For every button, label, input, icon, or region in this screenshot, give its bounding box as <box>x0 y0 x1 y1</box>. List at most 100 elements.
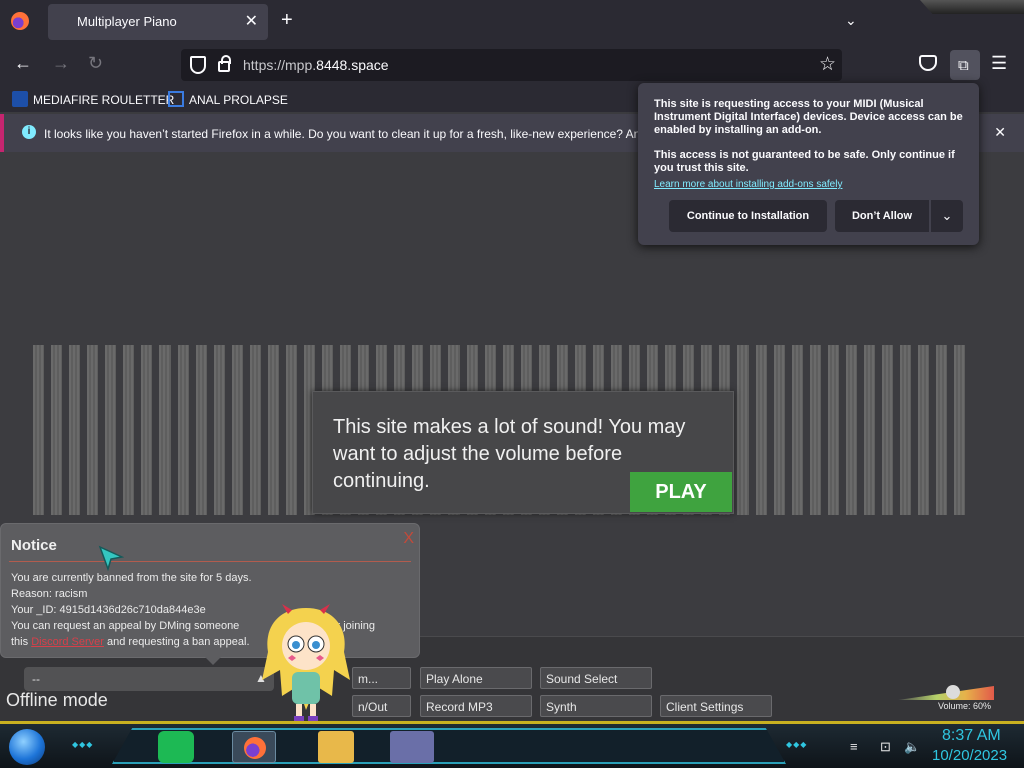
url-bar[interactable]: https://mpp.8448.space ☆ <box>181 49 842 81</box>
sigma-icon <box>168 91 184 107</box>
mouse-cursor-icon <box>98 545 124 571</box>
clock-date[interactable]: 10/20/2023 <box>932 747 1007 764</box>
pocket-icon[interactable] <box>919 55 937 71</box>
tab-bar: Multiplayer Piano ✕ + ⌄ <box>0 0 1024 44</box>
bookmark-item[interactable]: ANAL PROLAPSE <box>168 91 288 107</box>
tab-title: Multiplayer Piano <box>77 14 177 29</box>
chevron-down-icon[interactable]: ⌄ <box>845 12 857 29</box>
midi-request-text: This site is requesting access to your M… <box>654 98 963 136</box>
synth-button[interactable]: Synth <box>540 695 652 717</box>
close-icon[interactable]: ✕ <box>994 124 1006 141</box>
piano-key[interactable] <box>123 345 135 515</box>
midi-permission-popup: This site is requesting access to your M… <box>638 83 979 245</box>
piano-key[interactable] <box>69 345 81 515</box>
piano-key[interactable] <box>177 345 189 515</box>
notice-text: this <box>11 636 29 648</box>
discord-server-link[interactable]: Discord Server <box>31 636 104 648</box>
piano-key[interactable] <box>213 345 225 515</box>
firefox-icon[interactable] <box>11 12 29 30</box>
piano-key[interactable] <box>249 345 261 515</box>
piano-key[interactable] <box>936 345 948 515</box>
piano-key[interactable] <box>773 345 785 515</box>
show-desktop-icon[interactable]: ≡ <box>850 739 858 754</box>
bookmark-label: MEDIAFIRE ROULETTER <box>33 93 175 107</box>
chevron-down-icon[interactable]: ⌄ <box>931 200 963 232</box>
file-explorer-icon[interactable] <box>318 731 354 763</box>
notice-text: and requesting a ban appeal. <box>107 636 250 648</box>
hamburger-menu-icon[interactable]: ☰ <box>991 53 1007 74</box>
reload-icon[interactable]: ↻ <box>88 53 103 74</box>
shield-icon[interactable] <box>190 56 206 74</box>
piano-key[interactable] <box>33 345 45 515</box>
dont-allow-button[interactable]: Don’t Allow <box>835 200 929 232</box>
nav-bar: ← → ↻ https://mpp.8448.space ☆ ⧉ ☰ <box>0 44 1024 86</box>
piano-key[interactable] <box>231 345 243 515</box>
continue-to-installation-button[interactable]: Continue to Installation <box>669 200 827 232</box>
spotify-icon[interactable] <box>158 731 194 763</box>
piano-key[interactable] <box>755 345 767 515</box>
extensions-button[interactable]: ⧉ <box>950 50 980 80</box>
notice-panel: Notice X You are currently banned from t… <box>0 523 420 658</box>
lock-icon[interactable] <box>218 55 231 72</box>
start-button[interactable] <box>9 729 45 765</box>
piano-key[interactable] <box>918 345 930 515</box>
piano-key[interactable] <box>285 345 297 515</box>
piano-key[interactable] <box>267 345 279 515</box>
back-arrow-icon[interactable]: ← <box>14 53 32 74</box>
puzzle-icon: ⧉ <box>958 57 969 74</box>
network-icon[interactable]: ⊡ <box>880 739 891 755</box>
piano-key[interactable] <box>900 345 912 515</box>
piano-key[interactable] <box>737 345 749 515</box>
piano-key[interactable] <box>195 345 207 515</box>
piano-key[interactable] <box>51 345 63 515</box>
piano-key[interactable] <box>881 345 893 515</box>
taskbar-frame <box>112 728 786 764</box>
sound-warning-modal: This site makes a lot of sound! You may … <box>312 391 734 514</box>
info-icon: i <box>22 125 36 139</box>
notice-line: You are currently banned from the site f… <box>11 572 252 584</box>
bookmark-star-icon[interactable]: ☆ <box>819 53 836 76</box>
midi-warning-text: This access is not guaranteed to be safe… <box>654 149 955 174</box>
notice-close-button[interactable]: X <box>403 530 414 548</box>
play-button[interactable]: PLAY <box>630 472 732 512</box>
piano-key[interactable] <box>159 345 171 515</box>
chat-input[interactable]: -- <box>24 667 274 691</box>
piano-key[interactable] <box>791 345 803 515</box>
notice-pointer <box>205 657 221 665</box>
piano-key[interactable] <box>809 345 821 515</box>
volume-knob[interactable] <box>946 685 960 699</box>
close-tab-icon[interactable]: ✕ <box>245 11 258 31</box>
piano-key[interactable] <box>827 345 839 515</box>
app-window-icon[interactable] <box>390 731 434 763</box>
play-alone-button[interactable]: Play Alone <box>420 667 532 689</box>
taskbar-decoration: ◆◆◆ <box>786 740 808 749</box>
sound-select-button[interactable]: Sound Select <box>540 667 652 689</box>
offline-mode-label: Offline mode <box>6 690 108 710</box>
bookmark-item[interactable]: MEDIAFIRE ROULETTER <box>12 91 174 107</box>
piano-key[interactable] <box>863 345 875 515</box>
client-settings-button[interactable]: Client Settings <box>660 695 772 717</box>
notification-text: It looks like you haven’t started Firefo… <box>44 127 647 141</box>
taskbar-decoration: ◆◆◆ <box>72 740 94 749</box>
piano-key[interactable] <box>845 345 857 515</box>
url-text[interactable]: https://mpp.8448.space <box>243 57 389 73</box>
cartoon-sticker-image <box>262 604 350 721</box>
tab-multiplayer-piano[interactable]: Multiplayer Piano ✕ <box>48 4 268 40</box>
bookmark-label: ANAL PROLAPSE <box>189 93 288 107</box>
piano-key[interactable] <box>954 345 966 515</box>
window-corner-decoration <box>920 0 1024 14</box>
piano-key[interactable] <box>105 345 117 515</box>
forward-arrow-icon[interactable]: → <box>52 53 70 74</box>
speaker-icon[interactable]: 🔈 <box>904 739 920 755</box>
mediafire-icon <box>12 91 28 107</box>
record-mp3-button[interactable]: Record MP3 <box>420 695 532 717</box>
notice-text: You can request an appeal by DMing someo… <box>11 620 240 632</box>
sign-in-out-button[interactable]: n/Out <box>352 695 411 717</box>
new-tab-icon[interactable]: + <box>281 9 293 32</box>
piano-key[interactable] <box>141 345 153 515</box>
room-button[interactable]: m... <box>352 667 411 689</box>
piano-key[interactable] <box>87 345 99 515</box>
firefox-taskbar-button[interactable] <box>232 731 276 763</box>
clock-time[interactable]: 8:37 AM <box>942 727 1001 745</box>
learn-more-link[interactable]: Learn more about installing add-ons safe… <box>654 179 842 190</box>
